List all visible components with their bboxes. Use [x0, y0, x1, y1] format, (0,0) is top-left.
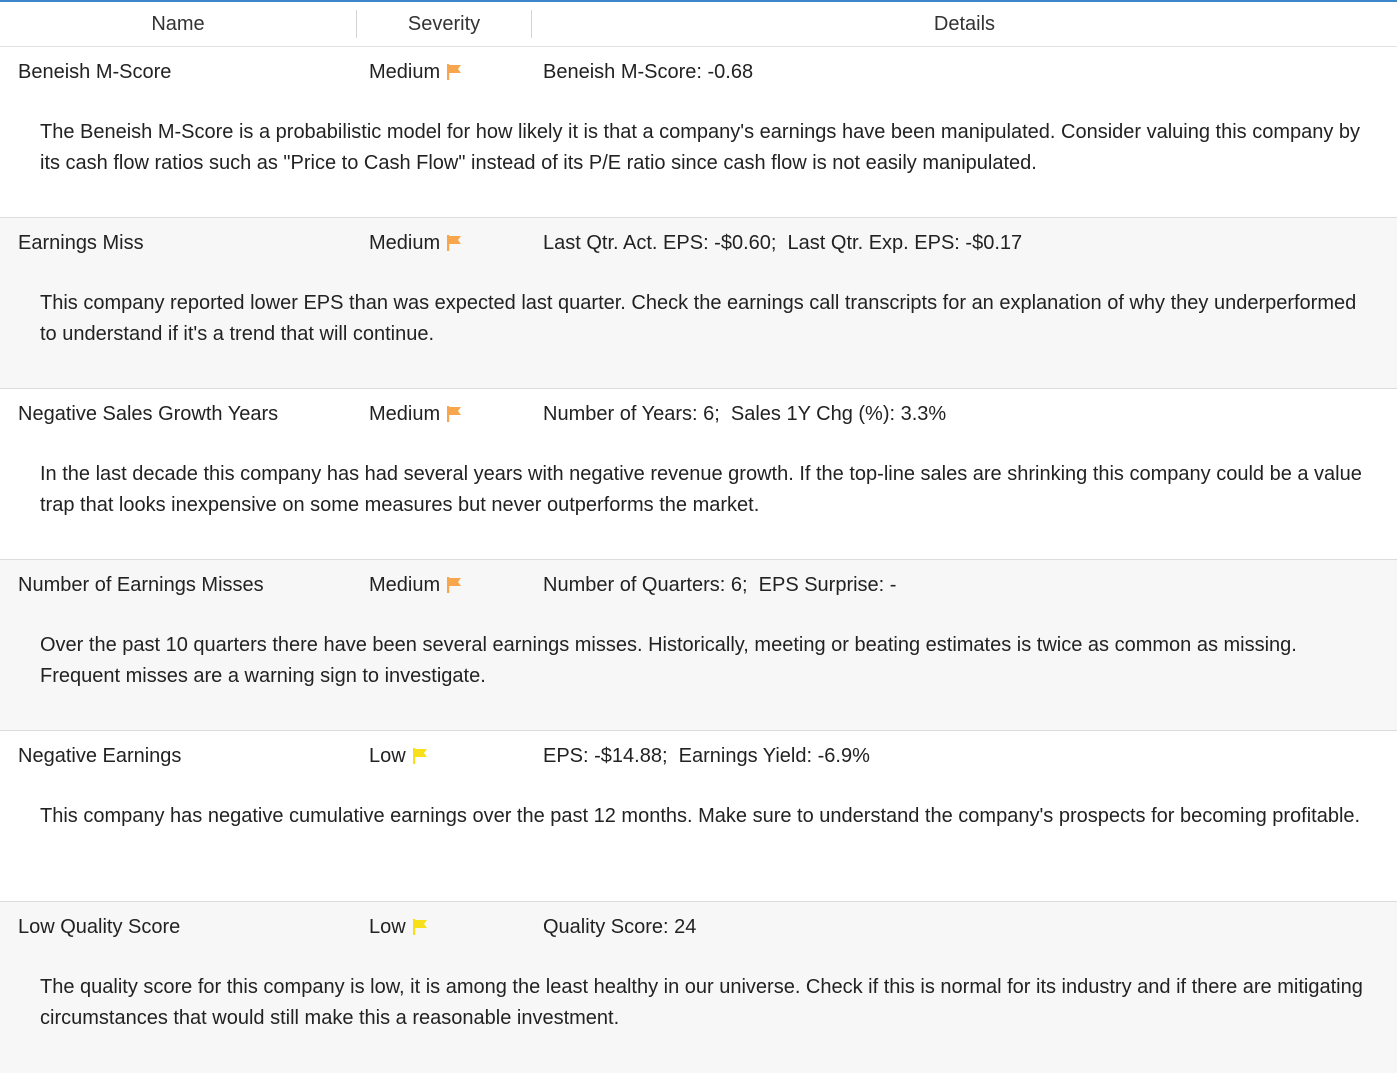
orange-flag-icon: [447, 235, 462, 251]
column-header-name[interactable]: Name: [0, 10, 357, 38]
severity-label: Medium: [369, 60, 441, 83]
row-name: Beneish M-Score: [18, 60, 172, 83]
yellow-flag-icon: [412, 919, 427, 935]
row-severity: Medium: [369, 232, 462, 255]
flags-table-body: Beneish M-Score Medium Beneish M-Score: …: [0, 47, 1397, 1073]
orange-flag-icon: [447, 406, 462, 422]
row-description: This company has negative cumulative ear…: [40, 805, 1361, 827]
row-description: Over the past 10 quarters there have bee…: [40, 634, 1297, 687]
row-name: Negative Sales Growth Years: [18, 402, 279, 425]
table-row[interactable]: Negative Earnings Low EPS: -$14.88; Earn…: [0, 731, 1397, 902]
row-name: Earnings Miss: [18, 231, 144, 254]
row-details: Quality Score: 24: [543, 915, 697, 938]
severity-label: Low: [369, 744, 406, 767]
row-description: In the last decade this company has had …: [40, 463, 1362, 516]
table-row[interactable]: Number of Earnings Misses Medium Number …: [0, 560, 1397, 731]
row-name: Number of Earnings Misses: [18, 573, 264, 596]
orange-flag-icon: [447, 64, 462, 80]
row-details: Number of Quarters: 6; EPS Surprise: -: [543, 573, 897, 596]
row-severity: Low: [369, 745, 428, 768]
row-severity: Medium: [369, 403, 462, 426]
row-details: EPS: -$14.88; Earnings Yield: -6.9%: [543, 744, 870, 767]
row-severity: Medium: [369, 574, 462, 597]
row-description: The Beneish M-Score is a probabilistic m…: [40, 121, 1361, 174]
row-description: The quality score for this company is lo…: [40, 976, 1363, 1029]
row-details: Last Qtr. Act. EPS: -$0.60; Last Qtr. Ex…: [543, 231, 1023, 254]
table-row[interactable]: Low Quality Score Low Quality Score: 24 …: [0, 902, 1397, 1073]
row-name: Low Quality Score: [18, 915, 181, 938]
yellow-flag-icon: [412, 748, 427, 764]
row-severity: Medium: [369, 61, 462, 84]
table-row[interactable]: Negative Sales Growth Years Medium Numbe…: [0, 389, 1397, 560]
row-severity: Low: [369, 916, 428, 939]
severity-label: Medium: [369, 573, 441, 596]
severity-label: Medium: [369, 402, 441, 425]
severity-label: Low: [369, 915, 406, 938]
table-header: Name Severity Details: [0, 2, 1397, 47]
table-row[interactable]: Earnings Miss Medium Last Qtr. Act. EPS:…: [0, 218, 1397, 389]
row-details: Beneish M-Score: -0.68: [543, 60, 754, 83]
row-description: This company reported lower EPS than was…: [40, 292, 1357, 345]
severity-label: Medium: [369, 231, 441, 254]
row-details: Number of Years: 6; Sales 1Y Chg (%): 3.…: [543, 402, 947, 425]
table-row[interactable]: Beneish M-Score Medium Beneish M-Score: …: [0, 47, 1397, 218]
row-name: Negative Earnings: [18, 744, 182, 767]
column-header-severity[interactable]: Severity: [357, 10, 532, 38]
orange-flag-icon: [447, 577, 462, 593]
column-header-details[interactable]: Details: [532, 2, 1397, 46]
